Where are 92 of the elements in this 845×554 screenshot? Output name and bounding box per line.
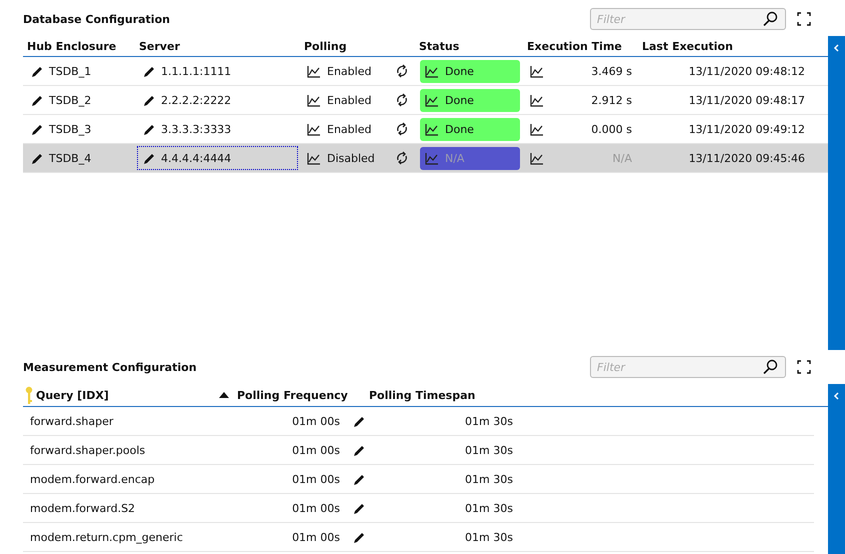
table-cell: 3.469 s	[591, 64, 632, 78]
table-cell: Enabled	[327, 64, 372, 78]
column-header[interactable]: Polling Timespan	[369, 388, 476, 402]
table-cell-text: forward.shaper	[29, 414, 114, 430]
table-cell: 3.3.3.3:3333	[161, 122, 232, 136]
table-cell: Enabled	[327, 122, 372, 136]
table-cell: 01m 30s	[465, 444, 513, 456]
pencil-icon[interactable]	[352, 502, 365, 514]
table-cell: TSDB_4	[49, 152, 92, 164]
line-chart-icon[interactable]	[307, 152, 321, 164]
table-cell: Enabled	[327, 94, 372, 106]
column-header[interactable]: Status	[415, 40, 523, 52]
line-chart-icon[interactable]	[530, 64, 544, 78]
section-title: Database Configuration	[23, 12, 171, 26]
status-text: Done	[445, 94, 474, 106]
table-cell: N/A	[612, 152, 632, 164]
table-cell: 01m 30s	[465, 530, 513, 544]
refresh-icon[interactable]	[395, 93, 409, 107]
column-header[interactable]: Execution Time	[523, 40, 638, 52]
pencil-icon[interactable]	[30, 64, 43, 78]
column-header[interactable]: Last Execution	[638, 40, 808, 52]
table-row[interactable]: TSDB_1 1.1.1.1:1111 Enabled Done 3.469 s 13/11/2020 09:48:12	[23, 57, 828, 86]
table-cell-text: modem.forward.encap	[29, 472, 156, 488]
table-cell: 01m 00s	[292, 530, 340, 544]
table-cell: TSDB_2	[49, 94, 92, 106]
column-header[interactable]: Hub Enclosure	[23, 40, 135, 52]
table-cell: 4.4.4.4:4444	[161, 152, 232, 164]
line-chart-icon	[425, 152, 439, 164]
line-chart-icon	[425, 122, 439, 136]
pencil-icon[interactable]	[142, 152, 155, 164]
table-row[interactable]: TSDB_2 2.2.2.2:2222 Enabled Done 2.912 s 13/11/2020 09:48:17	[23, 86, 828, 115]
line-chart-icon[interactable]	[530, 122, 544, 136]
column-header[interactable]: Polling Frequency	[237, 388, 348, 402]
fullscreen-icon[interactable]	[797, 12, 811, 26]
chevron-icon	[833, 392, 840, 400]
pencil-icon[interactable]	[352, 530, 365, 544]
refresh-icon[interactable]	[395, 122, 409, 136]
filter-field[interactable]: Filter	[590, 8, 786, 30]
chevron-icon	[833, 44, 840, 52]
table-cell: 01m 00s	[292, 472, 340, 486]
status-text: N/A	[445, 152, 464, 164]
selected-table-row[interactable]: TSDB_4 4.4.4.4:4444 Disabled N/A N/A 13/11/2020 09:45:46	[23, 144, 828, 173]
line-chart-icon[interactable]	[307, 94, 321, 106]
search-icon[interactable]	[763, 359, 778, 374]
pencil-icon[interactable]	[30, 152, 43, 164]
table-cell: 13/11/2020 09:48:17	[688, 94, 805, 106]
table-cell: TSDB_1	[49, 64, 92, 78]
table-cell: 01m 30s	[465, 472, 513, 486]
pencil-icon[interactable]	[30, 122, 43, 136]
section-title: Measurement Configuration	[23, 360, 198, 374]
fullscreen-icon[interactable]	[797, 360, 811, 374]
line-chart-icon[interactable]	[530, 94, 544, 106]
refresh-icon[interactable]	[395, 151, 409, 165]
table-cell: 13/11/2020 09:49:12	[688, 122, 805, 136]
pencil-icon[interactable]	[352, 444, 365, 456]
table-cell-text: modem.return.cpm_generic	[29, 530, 184, 546]
line-chart-icon[interactable]	[307, 64, 321, 78]
table-cell: 01m 30s	[465, 414, 513, 428]
table-cell: TSDB_3	[49, 122, 92, 136]
status-text: Done	[445, 64, 474, 78]
column-header[interactable]: Server	[135, 40, 300, 52]
line-chart-icon	[425, 64, 439, 78]
table-cell: 01m 00s	[292, 444, 340, 456]
table-cell: 2.912 s	[591, 94, 632, 106]
pencil-icon[interactable]	[142, 122, 155, 136]
pencil-icon[interactable]	[142, 94, 155, 106]
table-cell: 01m 30s	[465, 502, 513, 514]
table-cell: 13/11/2020 09:45:46	[688, 152, 805, 164]
line-chart-icon[interactable]	[307, 122, 321, 136]
table-cell: Disabled	[327, 152, 375, 164]
table-cell: 0.000 s	[591, 122, 632, 136]
pencil-icon[interactable]	[352, 472, 365, 486]
table-cell: 13/11/2020 09:48:12	[688, 64, 805, 78]
focused-cell-outline[interactable]: 4.4.4.4:4444	[135, 144, 300, 172]
refresh-icon[interactable]	[395, 64, 409, 78]
table-cell-text: modem.forward.S2	[29, 500, 136, 516]
table-cell-text: forward.shaper.pools	[29, 442, 146, 458]
pencil-icon[interactable]	[30, 94, 43, 106]
pencil-icon[interactable]	[142, 64, 155, 78]
column-header[interactable]: Query [IDX]	[36, 388, 109, 402]
status-text: Done	[445, 122, 474, 136]
table-cell: 01m 00s	[292, 502, 340, 514]
line-chart-icon	[425, 94, 439, 106]
table-cell: 1.1.1.1:1111	[161, 64, 232, 78]
table-cell: 2.2.2.2:2222	[161, 94, 232, 106]
table-cell: 01m 00s	[292, 414, 340, 428]
sort-ascending-icon[interactable]	[219, 392, 229, 398]
search-icon[interactable]	[763, 11, 778, 26]
column-header[interactable]: Polling	[300, 40, 415, 52]
pencil-icon[interactable]	[352, 414, 365, 428]
line-chart-icon[interactable]	[530, 152, 544, 164]
filter-field[interactable]: Filter	[590, 356, 786, 378]
